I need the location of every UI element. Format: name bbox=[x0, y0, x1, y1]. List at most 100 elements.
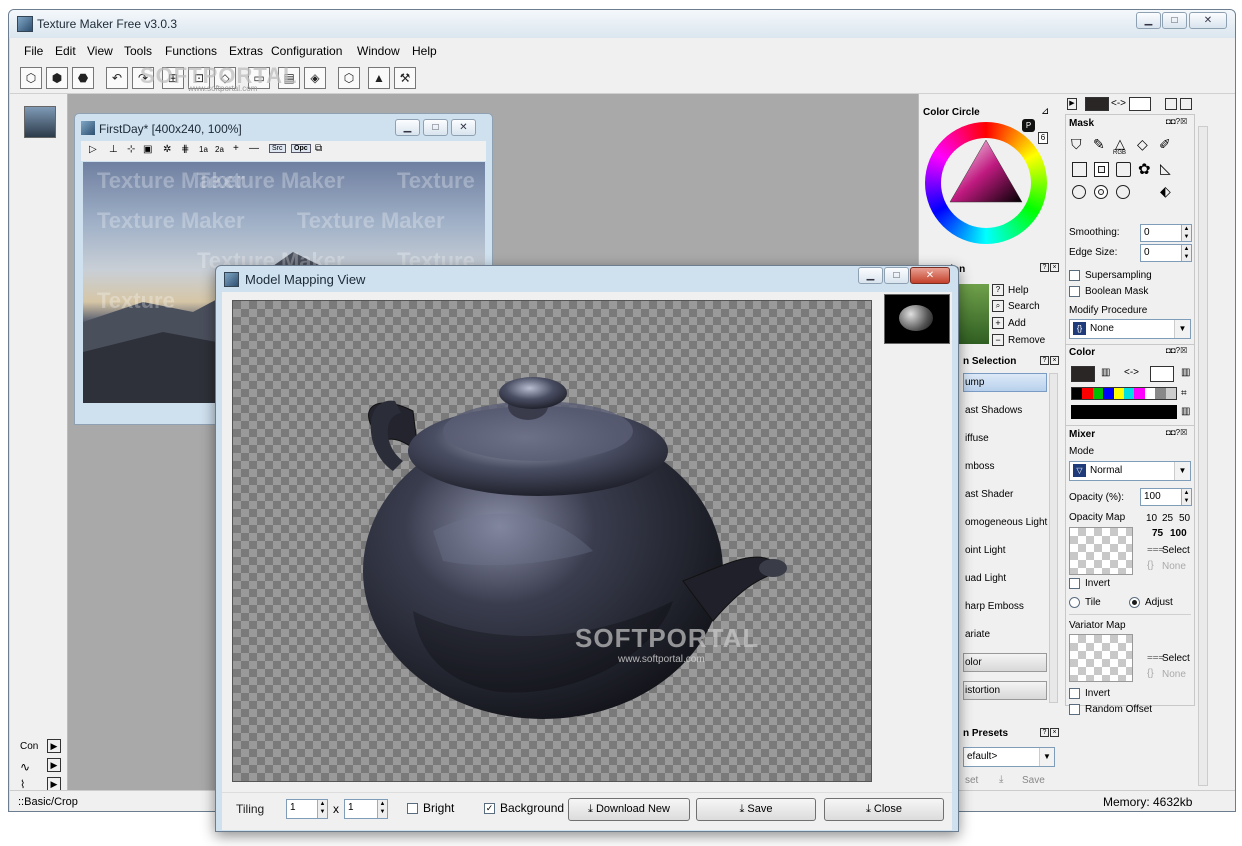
mode-dropdown-icon[interactable]: ▼ bbox=[1174, 462, 1190, 480]
select-icon[interactable]: ⊹ bbox=[127, 144, 135, 155]
save-small-icon[interactable]: ⤓ bbox=[999, 774, 1003, 785]
opacity-preset-75[interactable]: 75 bbox=[1152, 528, 1163, 539]
close-button-model[interactable]: ⤓ Close bbox=[824, 798, 944, 821]
random-offset-checkbox[interactable]: Random Offset bbox=[1069, 704, 1152, 715]
maximize-button[interactable]: □ bbox=[1162, 12, 1187, 29]
palette-swatch-9[interactable] bbox=[1165, 388, 1177, 399]
color-triangle[interactable] bbox=[925, 122, 1047, 244]
color-window-icons[interactable]: ◘◘?☒ bbox=[1166, 346, 1187, 355]
add-icon[interactable]: + bbox=[992, 317, 1004, 329]
invert-checkbox[interactable]: Invert bbox=[1069, 578, 1110, 589]
presets-help-icon[interactable]: ? bbox=[1040, 728, 1049, 737]
palette-swatch-0[interactable] bbox=[1072, 388, 1083, 399]
layers-small-icon[interactable]: ⧉ bbox=[315, 143, 322, 154]
landscape-icon[interactable]: ▲ bbox=[368, 67, 390, 89]
fg-toggle-icon[interactable]: ▶ bbox=[1067, 98, 1077, 110]
selection-item-3[interactable]: mboss bbox=[965, 461, 994, 472]
tile-2a[interactable]: 2a bbox=[215, 145, 224, 154]
variator-map-preview[interactable] bbox=[1069, 634, 1133, 682]
close-button[interactable]: ✕ bbox=[1189, 12, 1227, 29]
expand-wave-icon[interactable]: ▶ bbox=[47, 758, 61, 772]
mode-select[interactable]: ▽ Normal ▼ bbox=[1069, 461, 1191, 481]
invert2-box[interactable] bbox=[1069, 688, 1080, 699]
mask-dropper-icon[interactable]: ✐ bbox=[1159, 136, 1171, 153]
palette-swatch-4[interactable] bbox=[1113, 388, 1125, 399]
menu-help[interactable]: Help bbox=[412, 44, 437, 58]
palette-swatch-8[interactable] bbox=[1155, 388, 1166, 399]
mask-rect-hollow-icon[interactable] bbox=[1094, 162, 1109, 177]
model-close-x-button[interactable]: ✕ bbox=[910, 267, 950, 284]
selection-item-9[interactable]: ariate bbox=[965, 629, 990, 640]
mask-roundrect-icon[interactable] bbox=[1116, 162, 1131, 177]
adjust-radio[interactable]: Adjust bbox=[1129, 597, 1173, 608]
edge-size-value[interactable]: 0 bbox=[1144, 247, 1150, 258]
opc-button[interactable]: Opc bbox=[291, 144, 311, 153]
menu-view[interactable]: View bbox=[87, 44, 113, 58]
preset-dropdown-icon[interactable]: ▼ bbox=[1039, 748, 1054, 766]
anchor-icon[interactable]: ⊥ bbox=[109, 144, 118, 155]
palette-swatch-2[interactable] bbox=[1092, 388, 1104, 399]
doc-minimize-button[interactable]: ▁ bbox=[395, 119, 420, 136]
search-icon[interactable]: ⌕ bbox=[992, 300, 1004, 312]
doc-close-button[interactable]: ✕ bbox=[451, 119, 476, 136]
selection-help-icon[interactable]: ? bbox=[1040, 356, 1049, 365]
function-help[interactable]: Help bbox=[1008, 285, 1029, 296]
variator-none[interactable]: None bbox=[1162, 669, 1186, 680]
modify-procedure-select[interactable]: {} None ▼ bbox=[1069, 319, 1191, 339]
color-grid-icon-2[interactable]: ▥ bbox=[1181, 367, 1190, 378]
selection-item-2[interactable]: iffuse bbox=[965, 433, 989, 444]
none-map-icon[interactable]: {} bbox=[1147, 560, 1154, 571]
color-swap[interactable]: <-> bbox=[1124, 367, 1139, 378]
frame-icon[interactable]: ▣ bbox=[143, 144, 152, 155]
bright-box[interactable] bbox=[407, 803, 418, 815]
mask-ellipse-icon[interactable] bbox=[1116, 185, 1130, 199]
smoothing-value[interactable]: 0 bbox=[1144, 227, 1150, 238]
adjust-radio-dot[interactable] bbox=[1129, 597, 1140, 608]
palette-row[interactable] bbox=[1071, 387, 1177, 400]
palette-swatch-3[interactable] bbox=[1103, 388, 1114, 399]
remove-icon[interactable]: − bbox=[992, 334, 1004, 346]
tiling-y-value[interactable]: 1 bbox=[348, 802, 354, 813]
selection-item-4[interactable]: ast Shader bbox=[965, 489, 1013, 500]
panel-icon-a[interactable] bbox=[1165, 98, 1177, 110]
panel-icon-b[interactable] bbox=[1180, 98, 1192, 110]
variator-none-icon[interactable]: {} bbox=[1147, 668, 1154, 679]
edge-size-input[interactable]: 0 ▲ ▼ bbox=[1140, 244, 1192, 262]
selection-item-5[interactable]: omogeneous Light bbox=[965, 517, 1047, 528]
menu-functions[interactable]: Functions bbox=[165, 44, 217, 58]
function-remove[interactable]: Remove bbox=[1008, 335, 1045, 346]
model-viewport[interactable]: SOFTPORTAL www.softportal.com bbox=[232, 300, 872, 782]
background-checkbox[interactable]: ✓ Background bbox=[484, 801, 564, 815]
mask-ring-icon[interactable] bbox=[1094, 185, 1108, 199]
palette-swatch-5[interactable] bbox=[1124, 388, 1135, 399]
selection-item-7[interactable]: uad Light bbox=[965, 573, 1006, 584]
tile-1a[interactable]: 1a bbox=[199, 145, 208, 154]
model-minimize-button[interactable]: ▁ bbox=[858, 267, 883, 284]
invert2-checkbox[interactable]: Invert bbox=[1069, 688, 1110, 699]
selection-scrollbar[interactable] bbox=[1049, 373, 1058, 703]
palette-swatch-6[interactable] bbox=[1134, 388, 1145, 399]
menu-extras[interactable]: Extras bbox=[229, 44, 263, 58]
supersampling-box[interactable] bbox=[1069, 270, 1080, 281]
color-wheel[interactable] bbox=[925, 122, 1047, 244]
mask-rect-icon[interactable] bbox=[1072, 162, 1087, 177]
boolean-mask-checkbox[interactable]: Boolean Mask bbox=[1069, 286, 1148, 297]
sparkle-icon[interactable]: ✲ bbox=[163, 144, 171, 155]
selection-item-8[interactable]: harp Emboss bbox=[965, 601, 1024, 612]
play-icon[interactable]: ▷ bbox=[89, 144, 97, 155]
opacity-preset-25[interactable]: 25 bbox=[1162, 513, 1173, 524]
tiling-y-input[interactable]: 1 ▲ ▼ bbox=[344, 799, 388, 819]
presets-close-icon[interactable]: × bbox=[1050, 728, 1059, 737]
plus-icon[interactable]: + bbox=[233, 143, 239, 154]
opacity-value[interactable]: 100 bbox=[1144, 491, 1161, 502]
menu-configuration[interactable]: Configuration bbox=[271, 44, 342, 58]
selection-item-0[interactable]: ump bbox=[965, 377, 984, 388]
open-icon[interactable]: ⬢ bbox=[46, 67, 68, 89]
random-offset-box[interactable] bbox=[1069, 704, 1080, 715]
save-icon[interactable]: ⬣ bbox=[72, 67, 94, 89]
doc-maximize-button[interactable]: □ bbox=[423, 119, 448, 136]
hexagon-icon[interactable]: ⬡ bbox=[338, 67, 360, 89]
model-preview-thumb[interactable] bbox=[884, 294, 950, 344]
expand-con-icon[interactable]: ▶ bbox=[47, 739, 61, 753]
save-button[interactable]: ⤓ Save bbox=[696, 798, 816, 821]
